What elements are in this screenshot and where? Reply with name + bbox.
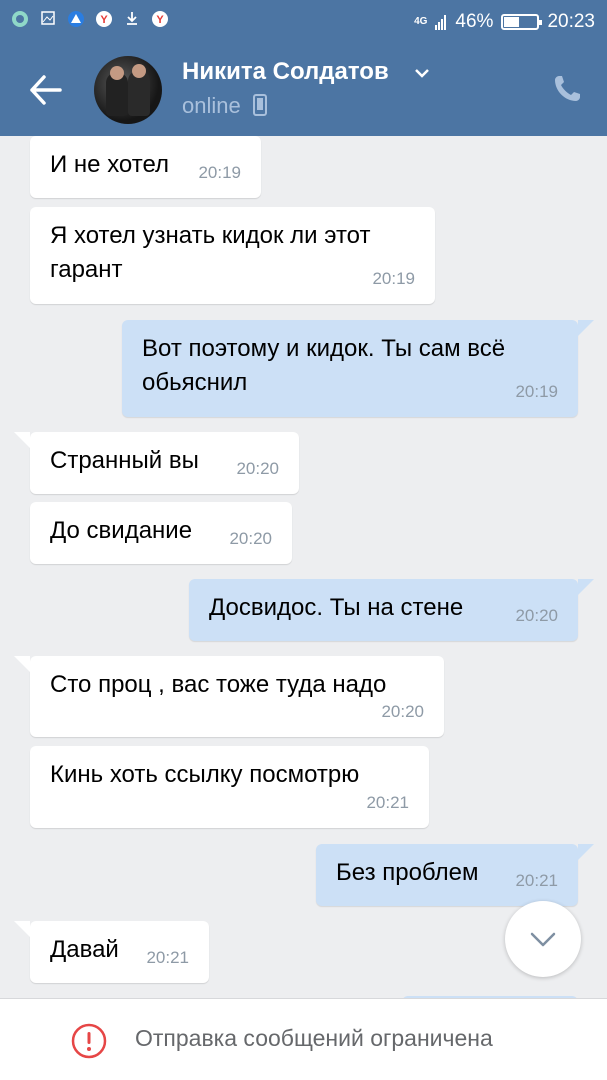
back-arrow-icon[interactable]: [24, 68, 68, 112]
message-incoming[interactable]: Сто проц , вас тоже туда надо 20:20: [14, 656, 444, 737]
svg-text:Y: Y: [100, 14, 108, 26]
scroll-down-button[interactable]: [505, 901, 581, 977]
message-list[interactable]: И не хотел 20:19 Я хотел узнать кидок ли…: [0, 136, 607, 998]
message-time: 20:19: [515, 382, 558, 401]
message-text: Давай: [50, 936, 119, 963]
download-icon: [122, 10, 142, 30]
message-time: 20:21: [515, 871, 558, 890]
restriction-notice: Отправка сообщений ограничена: [135, 1025, 493, 1051]
svg-text:Y: Y: [156, 14, 164, 26]
status-bar: Y Y 4G 46% 20:23: [0, 0, 607, 44]
message-time: 20:19: [198, 163, 241, 182]
message-outgoing[interactable]: Без проблем 20:21: [316, 844, 594, 906]
message-incoming[interactable]: Кинь хоть ссылку посмотрю 20:21: [30, 746, 429, 828]
chat-header: Никита Солдатов online: [0, 44, 607, 136]
restriction-footer: Отправка сообщений ограничена: [0, 998, 607, 1080]
alert-triangle-icon: [66, 10, 86, 30]
message-text: Досвидос. Ты на стене: [209, 594, 464, 621]
network-indicator: 4G: [414, 16, 428, 27]
message-text: До свидание: [50, 517, 193, 544]
message-outgoing[interactable]: Досвидос. Ты на стене 20:20: [189, 579, 594, 641]
message-incoming[interactable]: Я хотел узнать кидок ли этот гарант 20:1…: [30, 207, 435, 304]
message-incoming[interactable]: Давай 20:21: [14, 921, 209, 983]
yandex-icon: Y: [150, 10, 170, 30]
signal-icon: [435, 15, 447, 30]
message-text: Вот поэтому и кидок. Ты сам всё обьяснил: [142, 335, 506, 396]
message-incoming[interactable]: Странный вы 20:20: [14, 432, 299, 494]
message-outgoing[interactable]: Вот поэтому и кидок. Ты сам всё обьяснил…: [122, 320, 594, 417]
battery-icon: [501, 14, 543, 30]
avatar[interactable]: [94, 56, 162, 124]
message-text: Я хотел узнать кидок ли этот гарант: [50, 222, 371, 283]
gallery-icon: [38, 10, 58, 30]
mobile-icon: [252, 94, 267, 116]
message-text: Сто проц , вас тоже туда надо: [50, 671, 387, 698]
message-time: 20:19: [372, 269, 415, 288]
clock: 20:23: [547, 11, 595, 32]
phone-icon[interactable]: [552, 74, 582, 104]
chat-bubble-icon: [10, 10, 30, 30]
message-time: 20:21: [366, 793, 409, 812]
message-text: Кинь хоть ссылку посмотрю: [50, 761, 360, 788]
message-time: 20:20: [229, 529, 272, 548]
warning-icon: [71, 1023, 107, 1059]
message-time: 20:21: [146, 948, 189, 967]
message-time: 20:20: [236, 459, 279, 478]
message-text: И не хотел: [50, 151, 170, 178]
message-text: Без проблем: [336, 859, 479, 886]
message-text: Странный вы: [50, 447, 199, 474]
online-status: online: [182, 93, 241, 118]
chevron-down-icon[interactable]: [414, 66, 430, 84]
message-time: 20:20: [381, 702, 424, 721]
message-incoming[interactable]: И не хотел 20:19: [30, 136, 261, 198]
yandex-icon: Y: [94, 10, 114, 30]
chevron-down-icon: [530, 932, 556, 947]
message-incoming[interactable]: До свидание 20:20: [30, 502, 292, 564]
message-time: 20:20: [515, 606, 558, 625]
contact-name[interactable]: Никита Солдатов: [182, 58, 389, 86]
battery-percent: 46%: [455, 11, 494, 32]
contact-status: online: [182, 93, 267, 119]
